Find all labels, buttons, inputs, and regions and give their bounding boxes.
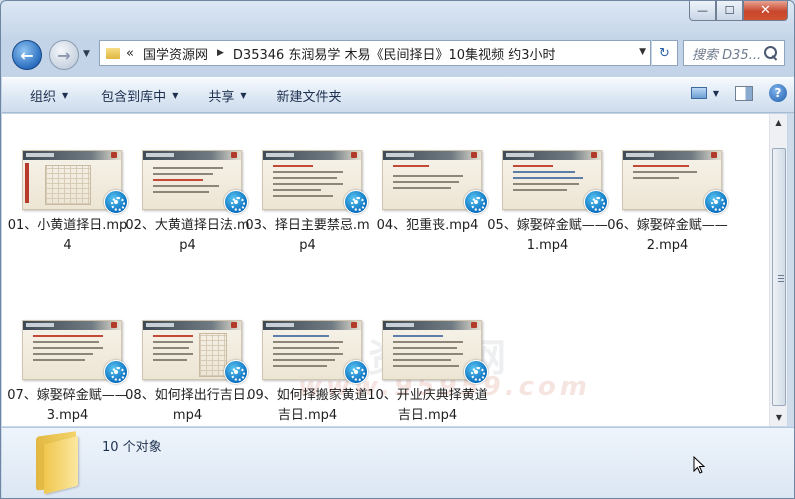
organize-label: 组织 xyxy=(30,89,57,105)
file-name: 06、嫁娶碎金赋——2.mp4 xyxy=(607,218,728,253)
forward-button[interactable]: → xyxy=(49,40,79,70)
scroll-down-icon[interactable]: ▼ xyxy=(770,409,788,426)
caption-buttons: — ☐ ✕ xyxy=(689,1,788,23)
scroll-up-icon[interactable]: ▲ xyxy=(770,114,787,131)
file-name: 01、小黄道择日.mp4 xyxy=(7,218,128,253)
file-name: 02、大黄道择日法.mp4 xyxy=(125,218,250,253)
file-name: 03、择日主要禁忌.mp4 xyxy=(245,218,370,253)
include-in-library-label: 包含到库中 xyxy=(101,89,167,105)
file-item[interactable]: 04、犯重丧.mp4 xyxy=(364,114,488,234)
toolbar-right: ▼ ? xyxy=(690,84,787,102)
file-item[interactable]: 06、嫁娶碎金赋——2.mp4 xyxy=(604,114,728,253)
breadcrumb-separator-icon[interactable]: ▶ xyxy=(217,48,224,58)
file-item[interactable]: 03、择日主要禁忌.mp4 xyxy=(244,114,370,253)
new-folder-button[interactable]: 新建文件夹 xyxy=(269,83,350,107)
chevron-down-icon: ▼ xyxy=(240,90,247,100)
breadcrumb-item-current[interactable]: D35346 东润易学 木易《民间择日》10集视频 约3小时 xyxy=(233,44,556,63)
search-box[interactable]: 搜索 D35... xyxy=(683,40,785,66)
close-button[interactable]: ✕ xyxy=(743,1,788,21)
refresh-icon: ↻ xyxy=(659,45,670,61)
search-icon[interactable] xyxy=(763,45,779,61)
media-player-icon xyxy=(464,360,488,384)
refresh-button[interactable]: ↻ xyxy=(652,40,678,66)
help-icon[interactable]: ? xyxy=(769,84,787,102)
chevron-down-icon: ▼ xyxy=(172,90,179,100)
organize-menu[interactable]: 组织 ▼ xyxy=(22,83,76,107)
file-name: 09、如何择搬家黄道吉日.mp4 xyxy=(247,388,368,423)
item-count: 10 个对象 xyxy=(102,440,162,455)
file-name: 04、犯重丧.mp4 xyxy=(376,218,479,233)
scrollbar-thumb[interactable] xyxy=(772,148,786,406)
address-overflow[interactable]: « xyxy=(126,46,134,61)
navigation-bar: ← → ▼ « 国学资源网 ▶ D35346 东润易学 木易《民间择日》10集视… xyxy=(1,31,794,71)
change-view-icon[interactable] xyxy=(690,87,707,99)
view-dropdown-icon[interactable]: ▼ xyxy=(713,89,719,98)
file-item[interactable]: 08、如何择出行吉日.mp4 xyxy=(124,284,250,423)
file-item[interactable]: 05、嫁娶碎金赋——1.mp4 xyxy=(484,114,608,253)
file-list[interactable]: 国学资源网 www.95959.com 01、小黄道择日.mp4 02、大黄道择… xyxy=(2,114,769,426)
search-input[interactable]: 搜索 D35... xyxy=(684,44,763,63)
share-label: 共享 xyxy=(208,89,235,105)
folder-icon xyxy=(36,431,80,495)
chevron-down-icon: ▼ xyxy=(62,90,69,100)
minimize-button[interactable]: — xyxy=(689,1,716,21)
address-dropdown-icon[interactable]: ▼ xyxy=(639,47,646,57)
file-name: 07、嫁娶碎金赋——3.mp4 xyxy=(7,388,128,423)
media-player-icon xyxy=(704,190,728,214)
file-name: 10、开业庆典择黄道吉日.mp4 xyxy=(367,388,488,423)
file-item[interactable]: 10、开业庆典择黄道吉日.mp4 xyxy=(364,284,488,423)
forward-arrow-icon: → xyxy=(57,45,71,65)
new-folder-label: 新建文件夹 xyxy=(276,89,342,105)
maximize-button[interactable]: ☐ xyxy=(716,1,743,21)
folder-icon xyxy=(106,47,120,59)
share-menu[interactable]: 共享 ▼ xyxy=(200,83,254,107)
mouse-cursor-icon xyxy=(693,456,705,474)
window-frame-edge xyxy=(788,114,794,426)
back-button[interactable]: ← xyxy=(12,40,42,70)
file-item[interactable]: 09、如何择搬家黄道吉日.mp4 xyxy=(244,284,368,423)
file-item[interactable]: 02、大黄道择日法.mp4 xyxy=(124,114,250,253)
file-item[interactable]: 07、嫁娶碎金赋——3.mp4 xyxy=(4,284,128,423)
vertical-scrollbar[interactable]: ▲ ▼ xyxy=(769,114,787,426)
preview-pane-icon[interactable] xyxy=(735,85,753,101)
explorer-window: — ☐ ✕ ← → ▼ « 国学资源网 ▶ D35346 东润易学 木易《民间择… xyxy=(0,0,795,499)
file-name: 08、如何择出行吉日.mp4 xyxy=(125,388,250,423)
address-bar[interactable]: « 国学资源网 ▶ D35346 东润易学 木易《民间择日》10集视频 约3小时… xyxy=(99,40,651,66)
include-in-library-menu[interactable]: 包含到库中 ▼ xyxy=(93,83,186,107)
breadcrumb-item-root[interactable]: 国学资源网 xyxy=(143,44,208,63)
command-bar: 组织 ▼ 包含到库中 ▼ 共享 ▼ 新建文件夹 ▼ ? xyxy=(2,77,794,113)
back-arrow-icon: ← xyxy=(20,45,34,65)
file-name: 05、嫁娶碎金赋——1.mp4 xyxy=(487,218,608,253)
details-pane: 10 个对象 xyxy=(2,427,794,498)
file-item[interactable]: 01、小黄道择日.mp4 xyxy=(4,114,128,253)
recent-pages-dropdown[interactable]: ▼ xyxy=(83,49,90,59)
